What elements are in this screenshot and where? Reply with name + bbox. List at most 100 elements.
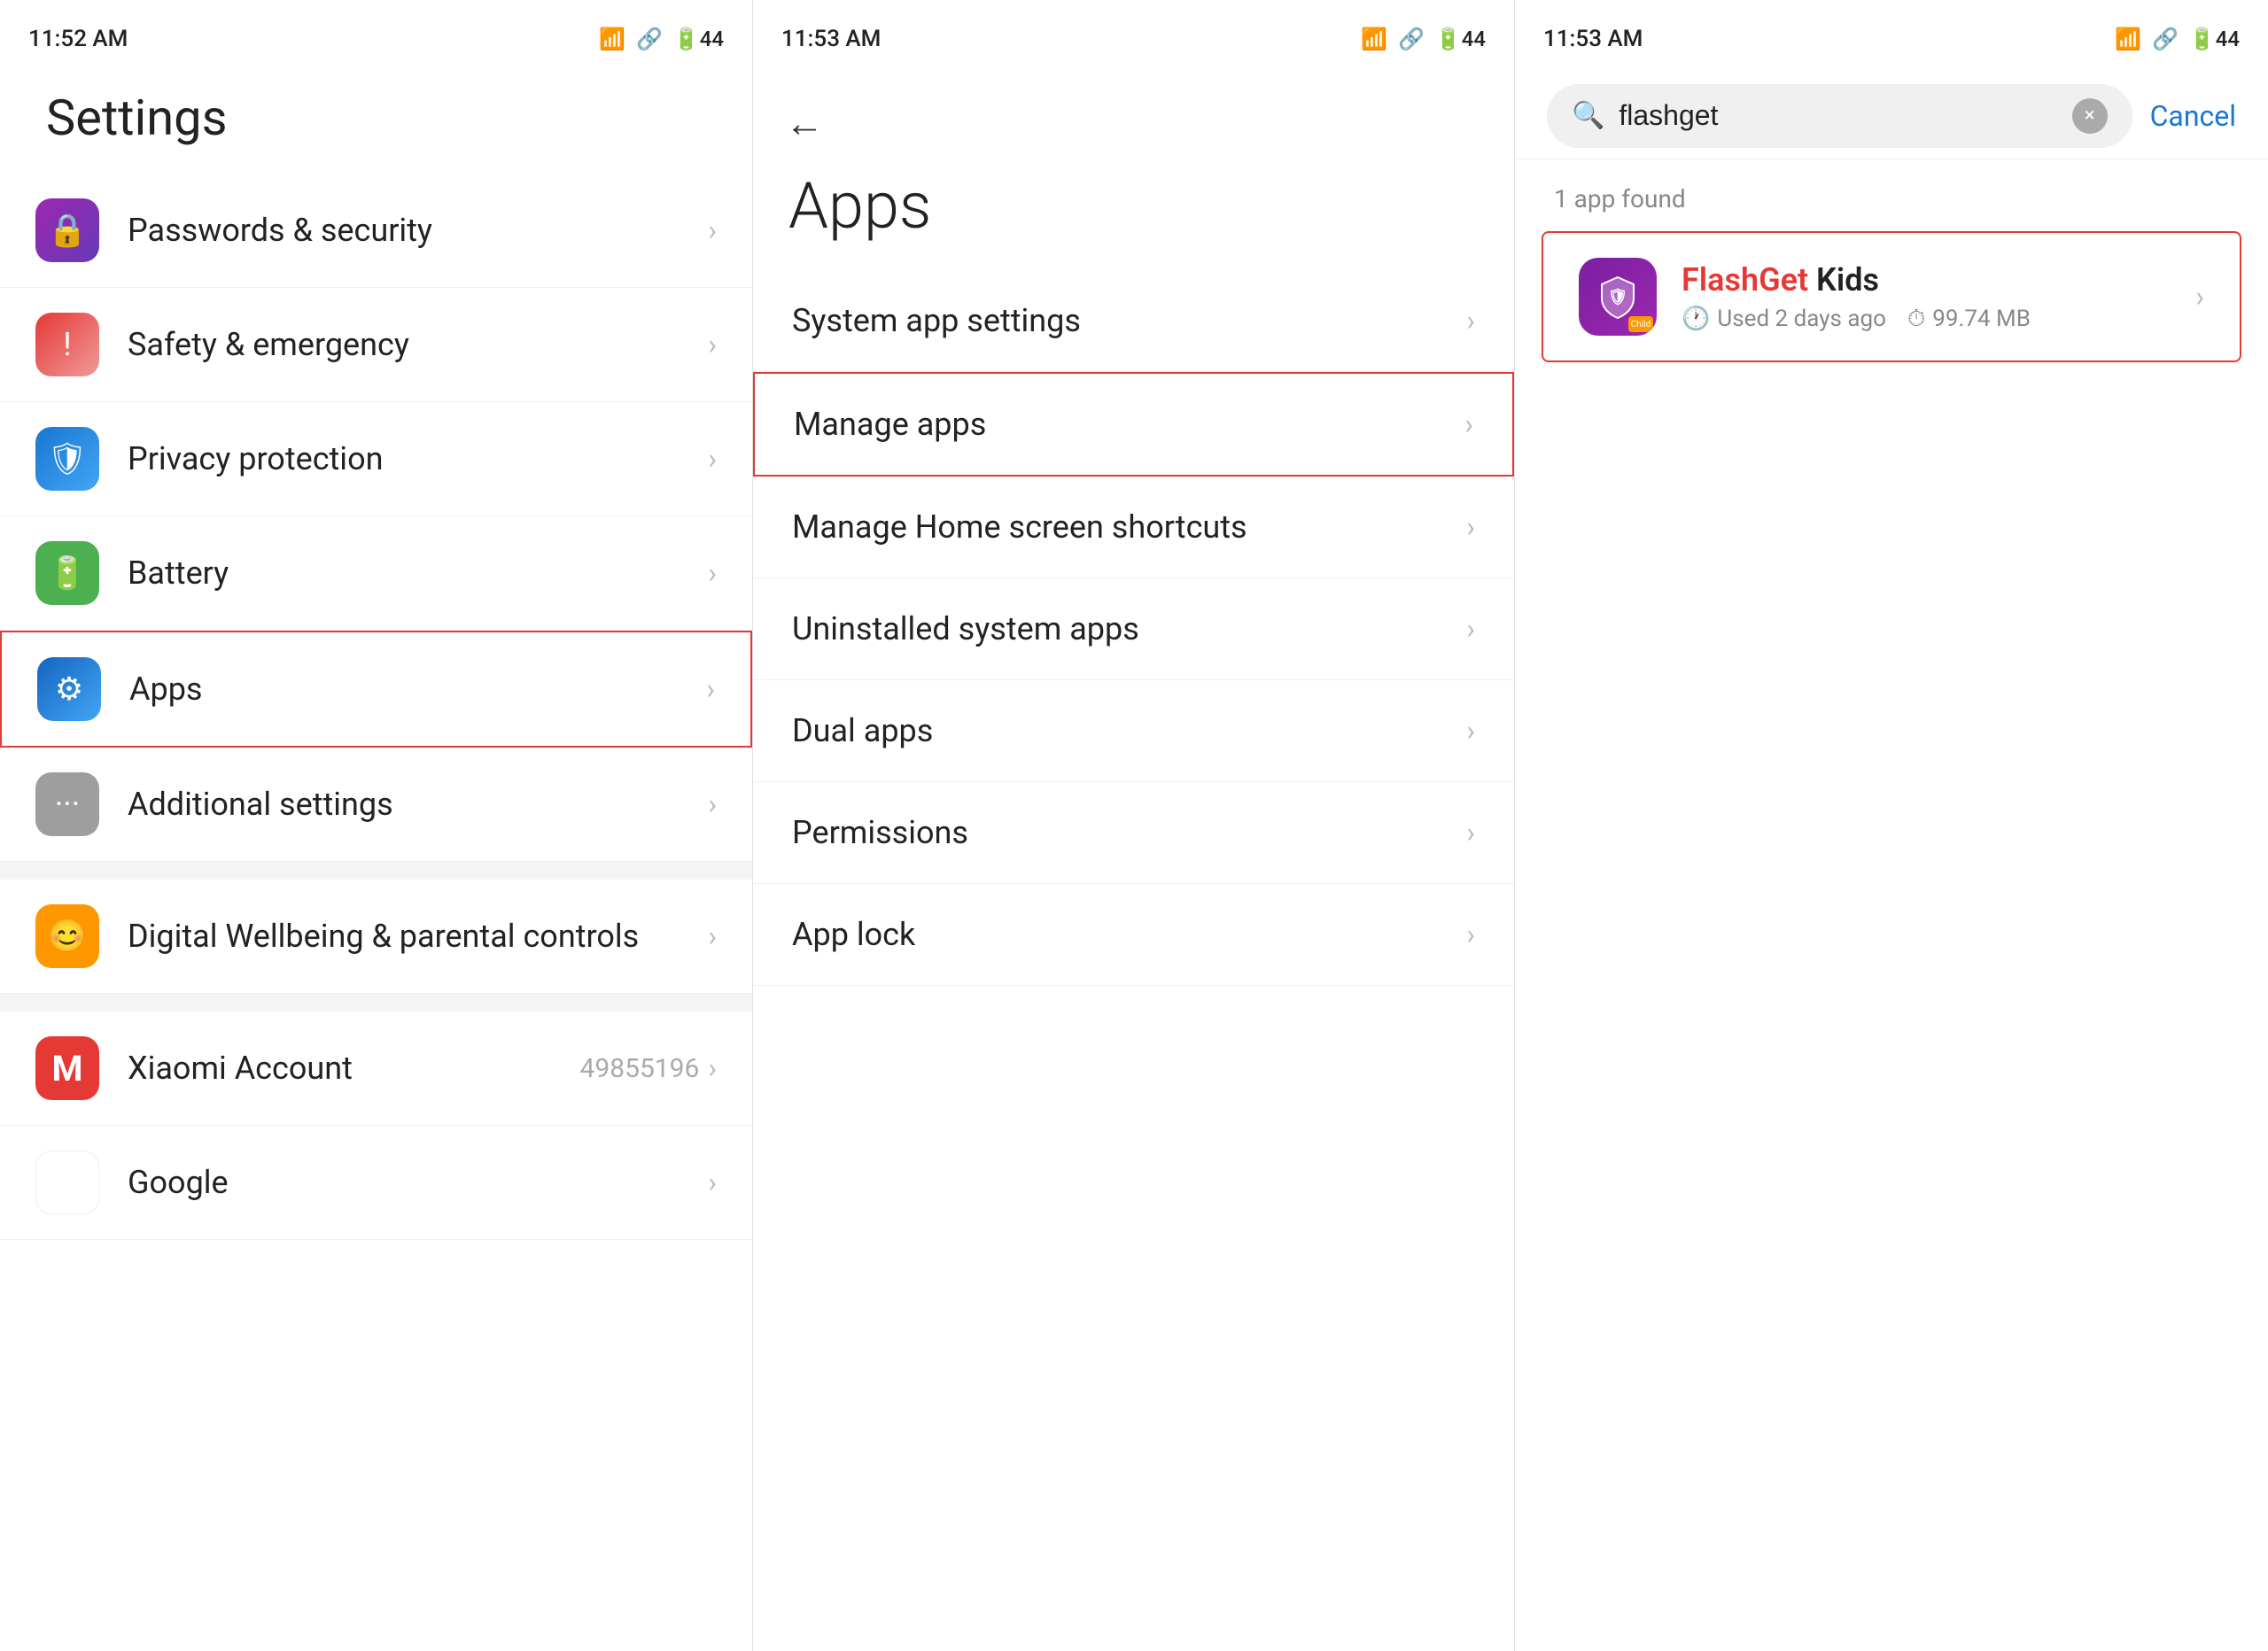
clock-icon: 🕐 bbox=[1682, 306, 1710, 332]
search-panel: 11:53 AM 📶 🔗 🔋44 🔍 × Cancel 1 app found … bbox=[1515, 0, 2268, 1651]
sidebar-item-privacy[interactable]: 🛡 Privacy protection › bbox=[0, 402, 752, 516]
xiaomi-icon: M bbox=[35, 1036, 99, 1100]
apps-item-label: Manage Home screen shortcuts bbox=[792, 508, 1466, 546]
settings-list: 🔒 Passwords & security › ! Safety & emer… bbox=[0, 174, 752, 1651]
apps-item-label: Permissions bbox=[792, 814, 1466, 851]
chevron-icon: › bbox=[708, 1051, 717, 1085]
sidebar-item-battery[interactable]: 🔋 Battery › bbox=[0, 516, 752, 631]
status-icons-3: 📶 🔗 🔋44 bbox=[2115, 27, 2240, 51]
section-divider bbox=[0, 862, 752, 880]
sidebar-item-additional[interactable]: ··· Additional settings › bbox=[0, 748, 752, 862]
status-icons-1: 📶 🔗 🔋44 bbox=[599, 27, 724, 51]
apps-item-label: System app settings bbox=[792, 302, 1466, 339]
apps-item-system-app-settings[interactable]: System app settings › bbox=[753, 270, 1514, 372]
app-name-highlight: FlashGet bbox=[1682, 261, 1808, 298]
sidebar-item-apps[interactable]: ⚙ Apps › bbox=[0, 631, 752, 748]
search-input[interactable] bbox=[1619, 99, 2057, 132]
search-header: 🔍 × Cancel bbox=[1515, 71, 2268, 159]
chevron-icon: › bbox=[1466, 816, 1475, 849]
signal-icon: 📶 bbox=[1361, 27, 1387, 51]
sidebar-item-google[interactable]: 🅖 Google › bbox=[0, 1126, 752, 1240]
chevron-icon: › bbox=[706, 672, 715, 706]
app-size: ⏱ 99.74 MB bbox=[1907, 306, 2031, 333]
apps-item-dual-apps[interactable]: Dual apps › bbox=[753, 680, 1514, 782]
battery-icon-wrap: 🔋 bbox=[35, 541, 99, 605]
chevron-icon: › bbox=[1466, 714, 1475, 748]
app-name: FlashGet Kids bbox=[1682, 261, 2195, 298]
chevron-icon: › bbox=[1464, 407, 1473, 441]
chevron-icon: › bbox=[708, 1166, 717, 1199]
section-divider bbox=[0, 994, 752, 1012]
cancel-button[interactable]: Cancel bbox=[2150, 99, 2236, 133]
chevron-icon: › bbox=[1466, 510, 1475, 544]
status-time-2: 11:53 AM bbox=[781, 26, 881, 52]
status-time-3: 11:53 AM bbox=[1543, 26, 1643, 52]
battery-icon: 🔋44 bbox=[673, 27, 724, 51]
apps-item-manage-apps[interactable]: Manage apps › bbox=[753, 372, 1514, 477]
sidebar-item-safety[interactable]: ! Safety & emergency › bbox=[0, 288, 752, 402]
battery-icon: 🔋44 bbox=[2189, 27, 2240, 51]
chevron-icon: › bbox=[708, 328, 717, 361]
wifi-icon: 🔗 bbox=[636, 27, 663, 51]
app-icon-badge: Child bbox=[1628, 316, 1653, 332]
chevron-icon: › bbox=[1466, 304, 1475, 337]
chevron-icon: › bbox=[708, 213, 717, 247]
additional-icon: ··· bbox=[35, 772, 99, 836]
settings-title: Settings bbox=[0, 71, 752, 174]
chevron-icon: › bbox=[1466, 612, 1475, 646]
sidebar-item-label: Google bbox=[128, 1162, 708, 1204]
apps-item-label: App lock bbox=[792, 916, 1466, 953]
result-chevron-icon: › bbox=[2195, 280, 2204, 314]
chevron-icon: › bbox=[708, 919, 717, 953]
search-clear-button[interactable]: × bbox=[2072, 98, 2108, 134]
search-icon: 🔍 bbox=[1572, 100, 1604, 131]
privacy-icon: 🛡 bbox=[35, 427, 99, 491]
search-result-card[interactable]: 🛡 Child FlashGet Kids 🕐 Used 2 days ago … bbox=[1542, 231, 2241, 362]
wellbeing-icon: 😊 bbox=[35, 904, 99, 968]
battery-icon: 🔋44 bbox=[1435, 27, 1486, 51]
chevron-icon: › bbox=[708, 787, 717, 821]
signal-icon: 📶 bbox=[2115, 27, 2141, 51]
app-used-time: 🕐 Used 2 days ago bbox=[1682, 306, 1886, 332]
sidebar-item-label: Digital Wellbeing & parental controls bbox=[128, 916, 708, 957]
apps-item-label: Manage apps bbox=[794, 406, 1464, 443]
apps-item-app-lock[interactable]: App lock › bbox=[753, 884, 1514, 986]
signal-icon: 📶 bbox=[599, 27, 625, 51]
apps-icon: ⚙ bbox=[37, 657, 101, 721]
apps-item-permissions[interactable]: Permissions › bbox=[753, 782, 1514, 884]
sidebar-item-label: Privacy protection bbox=[128, 438, 708, 480]
apps-list: System app settings › Manage apps › Mana… bbox=[753, 270, 1514, 1651]
apps-panel-header: ← bbox=[753, 71, 1514, 159]
status-time-1: 11:52 AM bbox=[28, 26, 128, 52]
sidebar-item-passwords[interactable]: 🔒 Passwords & security › bbox=[0, 174, 752, 288]
search-bar-container: 🔍 × bbox=[1547, 84, 2132, 148]
status-bar-3: 11:53 AM 📶 🔗 🔋44 bbox=[1515, 0, 2268, 71]
chevron-icon: › bbox=[708, 442, 717, 476]
app-name-suffix: Kids bbox=[1808, 261, 1879, 298]
sidebar-item-wellbeing[interactable]: 😊 Digital Wellbeing & parental controls … bbox=[0, 880, 752, 994]
sidebar-item-label: Xiaomi Account bbox=[128, 1048, 580, 1089]
apps-item-label: Dual apps bbox=[792, 712, 1466, 749]
xiaomi-account-value: 49855196 bbox=[580, 1053, 700, 1084]
app-size-label: 99.74 MB bbox=[1932, 306, 2031, 332]
back-button[interactable]: ← bbox=[785, 100, 824, 146]
app-icon: 🛡 Child bbox=[1579, 258, 1657, 336]
app-used-label: Used 2 days ago bbox=[1717, 306, 1886, 332]
search-results-count: 1 app found bbox=[1515, 159, 2268, 222]
app-meta: 🕐 Used 2 days ago ⏱ 99.74 MB bbox=[1682, 306, 2195, 333]
apps-panel: 11:53 AM 📶 🔗 🔋44 ← Apps System app setti… bbox=[753, 0, 1515, 1651]
passwords-icon: 🔒 bbox=[35, 198, 99, 262]
sidebar-item-label: Safety & emergency bbox=[128, 324, 708, 366]
google-icon: 🅖 bbox=[35, 1151, 99, 1214]
sidebar-item-xiaomi[interactable]: M Xiaomi Account 49855196 › bbox=[0, 1012, 752, 1126]
apps-item-home-screen[interactable]: Manage Home screen shortcuts › bbox=[753, 477, 1514, 578]
apps-item-uninstalled[interactable]: Uninstalled system apps › bbox=[753, 578, 1514, 680]
storage-icon: ⏱ bbox=[1907, 306, 1925, 333]
settings-panel: 11:52 AM 📶 🔗 🔋44 Settings 🔒 Passwords & … bbox=[0, 0, 753, 1651]
status-bar-1: 11:52 AM 📶 🔗 🔋44 bbox=[0, 0, 752, 71]
status-icons-2: 📶 🔗 🔋44 bbox=[1361, 27, 1486, 51]
apps-item-label: Uninstalled system apps bbox=[792, 610, 1466, 647]
sidebar-item-label: Battery bbox=[128, 553, 708, 594]
chevron-icon: › bbox=[708, 556, 717, 590]
safety-icon: ! bbox=[35, 313, 99, 376]
